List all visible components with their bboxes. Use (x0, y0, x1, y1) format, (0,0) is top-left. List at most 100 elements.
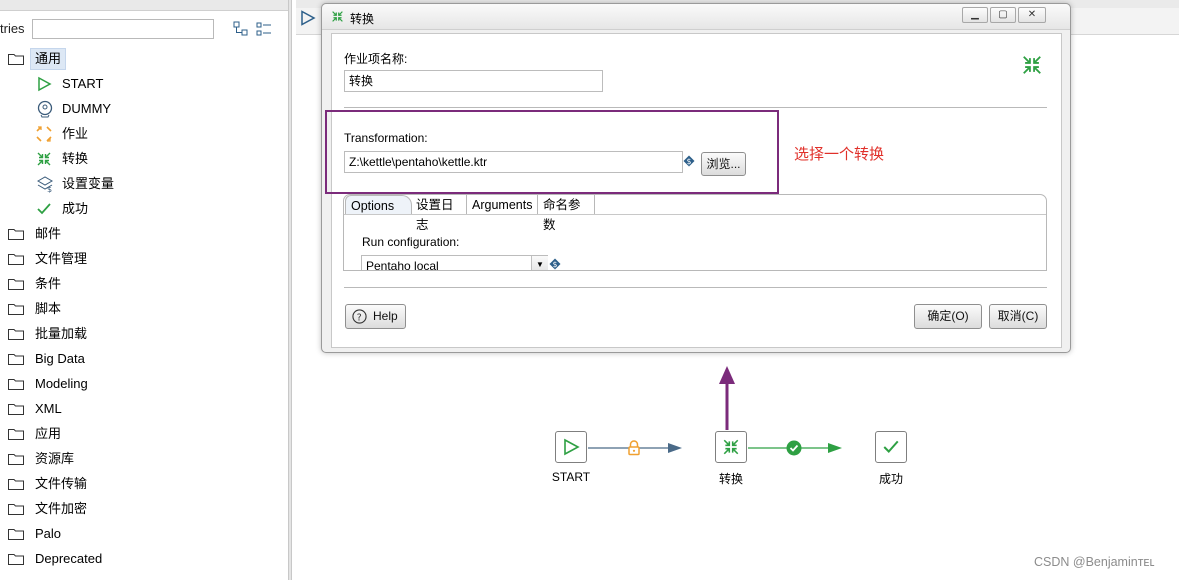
tree-item-job[interactable]: 作业 (36, 123, 156, 145)
tab-logging[interactable]: 设置日志 (411, 195, 467, 232)
help-button-label: Help (373, 309, 398, 323)
flow-node-label: START (551, 470, 591, 484)
folder-icon (8, 529, 24, 540)
start-triangle-icon (38, 76, 52, 92)
check-circle-icon (786, 440, 802, 456)
tree-category-label: Deprecated (35, 551, 103, 566)
chevron-down-icon: ▼ (531, 256, 548, 270)
tree-category-file-transfer[interactable]: 文件传输 (4, 473, 204, 495)
divider (344, 107, 1047, 108)
folder-icon (8, 329, 24, 340)
tree-category-label: Big Data (35, 351, 85, 366)
folder-icon (8, 54, 24, 65)
hop-arrowhead (828, 443, 842, 453)
start-triangle-icon (564, 438, 580, 456)
tree-category-palo[interactable]: Palo (4, 523, 204, 545)
run-configuration-label: Run configuration: (362, 235, 460, 249)
tree-item-success[interactable]: 成功 (36, 198, 156, 220)
tree-category-label: Modeling (35, 376, 88, 391)
maximize-button[interactable]: ▢ (990, 7, 1016, 23)
flow-node-label: 成功 (878, 472, 903, 486)
run-configuration-value: Pentaho local (361, 255, 548, 270)
help-icon: ? (352, 309, 367, 324)
tree-item-dummy[interactable]: DUMMY (36, 98, 156, 120)
tree-category-general[interactable]: 通用 (4, 48, 66, 70)
tree-category-file-encryption[interactable]: 文件加密 (4, 498, 204, 520)
tree-category-label: 通用 (35, 51, 62, 66)
tree-category-conditions[interactable]: 条件 (4, 273, 204, 295)
tree-item-label: 转换 (62, 151, 89, 166)
tree-category-big-data[interactable]: Big Data (4, 348, 204, 370)
tree-category-label: 文件加密 (35, 501, 88, 516)
collapse-tree-icon[interactable] (255, 20, 273, 38)
flow-node-label: 转换 (718, 472, 743, 486)
tree-item-transformation[interactable]: 转换 (36, 148, 156, 170)
flow-node-success[interactable] (875, 431, 907, 463)
design-tree-panel: tries 通用 START DUMMY 作业 转换 $ 设置变量 成功 邮件 … (0, 0, 288, 580)
folder-icon (8, 504, 24, 515)
transformation-icon (723, 439, 739, 455)
folder-icon (8, 254, 24, 265)
job-icon (36, 126, 52, 142)
ok-button[interactable]: 确定(O) (914, 304, 982, 329)
minimize-button[interactable]: ▁ (962, 7, 988, 23)
transformation-icon (332, 11, 343, 22)
tree-category-file-management[interactable]: 文件管理 (4, 248, 204, 270)
folder-icon (8, 279, 24, 290)
tree-item-label: 设置变量 (62, 176, 115, 191)
tree-item-label: 作业 (62, 126, 89, 141)
folder-icon (8, 554, 24, 565)
tree-item-label: START (62, 76, 104, 91)
folder-icon (8, 304, 24, 315)
tree-item-start[interactable]: START (36, 73, 156, 95)
dialog-titlebar[interactable]: 转换 ▁ ▢ ✕ (322, 4, 1070, 30)
tree-item-set-variable[interactable]: $ 设置变量 (36, 173, 156, 195)
tree-category-modeling[interactable]: Modeling (4, 373, 204, 395)
success-check-icon (883, 440, 899, 453)
tree-category-scripting[interactable]: 脚本 (4, 298, 204, 320)
close-icon: ✕ (1027, 9, 1037, 20)
folder-icon (8, 404, 24, 415)
watermark: CSDN @Benjaminᴛᴇʟ (1034, 555, 1155, 569)
help-button[interactable]: ? Help (345, 304, 406, 329)
variable-icon[interactable]: $ (549, 258, 561, 270)
close-button[interactable]: ✕ (1018, 7, 1046, 23)
run-configuration-select[interactable]: Pentaho local ▼ (361, 255, 548, 270)
tree-category-deprecated[interactable]: Deprecated (4, 548, 204, 570)
expand-tree-icon[interactable] (232, 20, 250, 38)
transformation-icon (37, 152, 51, 166)
tab-arguments[interactable]: Arguments (467, 195, 538, 215)
tree-category-xml[interactable]: XML (4, 398, 204, 420)
flow-node-transformation[interactable] (715, 431, 747, 463)
tree-category-label: 批量加载 (35, 326, 88, 341)
highlight-box (325, 110, 779, 194)
tree-category-mail[interactable]: 邮件 (4, 223, 204, 245)
maximize-icon: ▢ (998, 9, 1008, 20)
tree-category-bulk-loading[interactable]: 批量加载 (4, 323, 204, 345)
dialog-title: 转换 (350, 12, 375, 26)
tree-category-label: 邮件 (35, 226, 62, 241)
folder-icon (8, 454, 24, 465)
search-input[interactable] (32, 19, 214, 39)
flow-node-start[interactable] (555, 431, 587, 463)
annotation-arrowhead (719, 366, 735, 384)
tab-divider (344, 214, 1046, 215)
job-entry-name-label: 作业项名称: (344, 52, 408, 66)
tree-item-label: DUMMY (62, 101, 112, 116)
svg-text:$: $ (47, 185, 52, 193)
tree-category-label: 脚本 (35, 301, 62, 316)
panel-splitter[interactable] (288, 0, 292, 580)
job-entry-name-input[interactable]: 转换 (344, 70, 603, 92)
run-icon[interactable] (300, 10, 316, 26)
tab-named-parameters[interactable]: 命名参数 (538, 195, 595, 232)
tree-category-label: Palo (35, 526, 62, 541)
minimize-icon: ▁ (971, 9, 979, 20)
svg-text:$: $ (553, 260, 558, 269)
tab-options[interactable]: Options (345, 195, 412, 215)
tree-category-repository[interactable]: 资源库 (4, 448, 204, 470)
tree-category-utility[interactable]: 应用 (4, 423, 204, 445)
tree-category-label: 条件 (35, 276, 62, 291)
filter-label: tries (0, 21, 25, 36)
cancel-button[interactable]: 取消(C) (989, 304, 1047, 329)
folder-icon (8, 229, 24, 240)
